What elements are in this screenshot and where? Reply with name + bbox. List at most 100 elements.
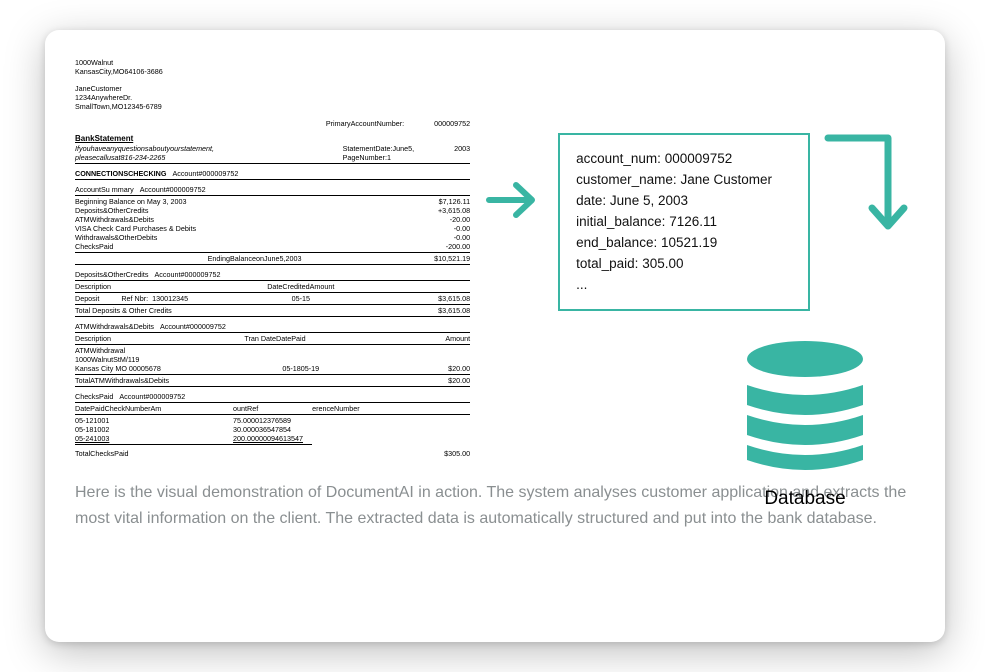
deposit-ref-label: Ref Nbr: — [121, 294, 148, 303]
questions-text: Ifyouhaveanyquestionsaboutyourstatement,… — [75, 144, 214, 162]
primary-account-row: PrimaryAccountNumber: 000009752 — [75, 119, 470, 128]
statement-title: BankStatement — [75, 134, 470, 144]
section-checks-account: Account#000009752 — [119, 392, 185, 401]
check-row-1b: 75.000012376589 — [233, 416, 470, 425]
bank-addr-line1: 1000Walnut — [75, 58, 470, 67]
customer-addr2: SmallTown,MO12345-6789 — [75, 102, 470, 111]
customer-name: JaneCustomer — [75, 84, 470, 93]
begin-balance-label: Beginning Balance on May 3, 2003 — [75, 197, 187, 206]
checks-col2: ountRef — [233, 404, 312, 413]
field-value: Jane Customer — [680, 172, 772, 187]
atm-debits-row: ATMWithdrawals&Debits -20.00 — [75, 215, 470, 224]
statement-date-block: StatementDate:June5, 2003 PageNumber:1 — [343, 144, 471, 162]
bank-statement-document: 1000Walnut KansasCity,MO64106-3686 JaneC… — [75, 58, 470, 458]
database-label: Database — [720, 488, 890, 510]
checks-total-value: $305.00 — [444, 449, 470, 458]
section-deposits-title: Deposits&OtherCredits — [75, 270, 149, 279]
section-deposits: Deposits&OtherCredits Account#000009752 — [75, 270, 470, 279]
account-summary-account: Account#000009752 — [140, 185, 206, 194]
visa-value: -0.00 — [454, 224, 470, 233]
withdrawals-row: Withdrawals&OtherDebits-0.00 — [75, 233, 470, 242]
total-deposits-label: Total Deposits & Other Credits — [75, 306, 172, 315]
begin-balance-value: $7,126.11 — [439, 197, 470, 206]
arrow-down-icon — [820, 128, 915, 253]
checks-total-row: TotalChecksPaid $305.00 — [75, 449, 470, 458]
deposit-cell-desc: Deposit Ref Nbr: 130012345 — [75, 294, 244, 303]
atm-total-value: $20.00 — [448, 376, 470, 385]
extracted-data-box: account_num: 000009752 customer_name: Ja… — [558, 133, 810, 311]
checks-total-label: TotalChecksPaid — [75, 449, 129, 458]
section-atm: ATMWithdrawals&Debits Account#000009752 — [75, 322, 470, 331]
ending-balance-row: EndingBalanceonJune5,2003$10,521.19 — [75, 254, 470, 263]
customer-addr1: 1234AnywhereDr. — [75, 93, 470, 102]
field-key: initial_balance: — [576, 214, 665, 229]
atm-total-label: TotalATMWithdrawals&Debits — [75, 376, 169, 385]
arrow-right-icon — [484, 173, 544, 233]
questions-line2: pleasecallusat816-234-2265 — [75, 153, 214, 162]
check-row-3: 05-241003200.00000094613547 — [75, 434, 470, 443]
database-block: Database — [720, 335, 890, 510]
check-row-3a: 05-241003 — [75, 434, 233, 443]
field-key: date: — [576, 193, 606, 208]
deposits-row: Deposits&OtherCredits+3,615.08 — [75, 206, 470, 215]
check-row-2a: 05-181002 — [75, 425, 233, 434]
col-spacer — [357, 282, 470, 291]
begin-balance-row: Beginning Balance on May 3, 2003 $7,126.1… — [75, 197, 470, 206]
col-description: Description — [75, 282, 244, 291]
primary-account-label: PrimaryAccountNumber: — [326, 119, 404, 128]
primary-account-value: 000009752 — [434, 119, 470, 128]
check-row-2b: 30.000036547854 — [233, 425, 470, 434]
section-checks-title: ChecksPaid — [75, 392, 113, 401]
customer-address: JaneCustomer 1234AnywhereDr. SmallTown,M… — [75, 84, 470, 111]
field-ellipsis: ... — [576, 275, 792, 296]
page-number: PageNumber:1 — [343, 153, 471, 162]
atm-row3-date: 05-1805-19 — [244, 364, 357, 373]
atm-total-row: TotalATMWithdrawals&Debits $20.00 — [75, 376, 470, 385]
field-initial-balance: initial_balance: 7126.11 — [576, 212, 792, 233]
atm-col-date: Tran DateDatePaid — [244, 334, 357, 343]
section-checking-title: CONNECTIONSCHECKING — [75, 169, 166, 178]
checks-value: -200.00 — [446, 242, 470, 251]
section-atm-title: ATMWithdrawals&Debits — [75, 322, 154, 331]
field-key: total_paid: — [576, 256, 638, 271]
bank-address: 1000Walnut KansasCity,MO64106-3686 — [75, 58, 470, 76]
field-key: customer_name: — [576, 172, 677, 187]
section-checking-account: Account#000009752 — [172, 169, 238, 178]
statement-date-label: StatementDate:June5, — [343, 144, 415, 153]
account-summary-label: AccountSu mmary — [75, 185, 134, 194]
visa-label: VISA Check Card Purchases & Debits — [75, 224, 196, 233]
atm-row3: Kansas City MO 00005678 05-1805-19 $20.0… — [75, 364, 470, 373]
statement-date-row: StatementDate:June5, 2003 — [343, 144, 471, 153]
deposit-desc-text: Deposit — [75, 294, 99, 303]
statement-meta: Ifyouhaveanyquestionsaboutyourstatement,… — [75, 144, 470, 162]
checks-col1: DatePaidCheckNumberAm — [75, 404, 233, 413]
section-atm-account: Account#000009752 — [160, 322, 226, 331]
check-row-1a: 05-121001 — [75, 416, 233, 425]
atm-row3-desc: Kansas City MO 00005678 — [75, 364, 244, 373]
field-customer-name: customer_name: Jane Customer — [576, 170, 792, 191]
field-account-num: account_num: 000009752 — [576, 149, 792, 170]
field-value: June 5, 2003 — [610, 193, 688, 208]
atm-col-desc: Description — [75, 334, 244, 343]
diagram-card: 1000Walnut KansasCity,MO64106-3686 JaneC… — [45, 30, 945, 642]
atm-debits-value: -20.00 — [450, 215, 470, 224]
section-checks-paid: ChecksPaid Account#000009752 — [75, 392, 470, 401]
check-row-3b: 200.00000094613547 — [233, 434, 470, 443]
atm-debits-label: ATMWithdrawals&Debits — [75, 215, 154, 224]
atm-row2: 1000WalnutStM/119 — [75, 355, 470, 364]
checks-col3: erenceNumber — [312, 404, 470, 413]
field-key: end_balance: — [576, 235, 657, 250]
field-key: account_num: — [576, 151, 661, 166]
questions-line1: Ifyouhaveanyquestionsaboutyourstatement, — [75, 144, 214, 153]
ending-balance-value: $10,521.19 — [434, 254, 470, 263]
checks-header-row: DatePaidCheckNumberAm ountRef erenceNumb… — [75, 404, 470, 413]
account-summary-row: AccountSu mmary Account#000009752 — [75, 185, 470, 194]
section-checking: CONNECTIONSCHECKING Account#000009752 — [75, 169, 470, 178]
atm-col-amount: Amount — [357, 334, 470, 343]
statement-date-year: 2003 — [454, 144, 470, 153]
ending-balance-label: EndingBalanceonJune5,2003 — [75, 254, 434, 263]
deposits-header-row: Description DateCreditedAmount — [75, 282, 470, 291]
checks-label: ChecksPaid — [75, 242, 113, 251]
field-value: 7126.11 — [669, 214, 717, 229]
col-date-amount: DateCreditedAmount — [244, 282, 357, 291]
